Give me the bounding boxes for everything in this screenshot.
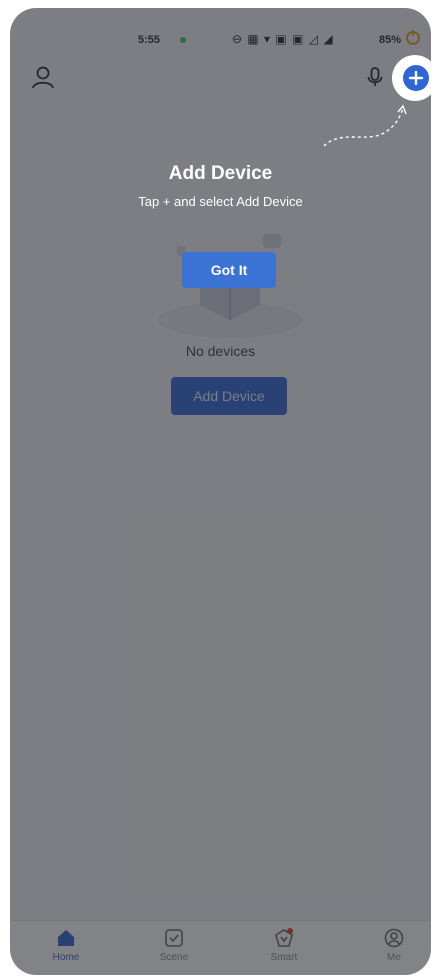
scene-icon <box>165 929 183 947</box>
phone-screen: 5:55 ⊖ ▦ ▾ ▣ ▣ ◿ ◢ 85% No devices Add De… <box>10 8 431 975</box>
user-profile-icon[interactable] <box>30 64 56 90</box>
nav-label-home: Home <box>52 952 80 963</box>
nav-item-smart[interactable]: Smart <box>254 927 314 963</box>
status-icons: ⊖ ▦ ▾ ▣ ▣ ◿ ◢ <box>232 32 334 46</box>
bottom-navigation: Home Scene Smart Me <box>10 920 431 975</box>
add-device-button[interactable]: Add Device <box>171 377 287 415</box>
nav-item-home[interactable]: Home <box>36 927 96 963</box>
microphone-icon[interactable] <box>364 66 386 88</box>
add-plus-button[interactable] <box>403 65 429 91</box>
nav-label-smart: Smart <box>270 952 298 963</box>
nav-label-me: Me <box>387 952 401 963</box>
plus-icon <box>408 70 424 86</box>
battery-icon <box>406 30 420 45</box>
coach-mark-subtitle: Tap + and select Add Device <box>138 194 303 209</box>
coach-pointer-arrow-icon <box>323 104 407 147</box>
nav-label-scene: Scene <box>159 952 189 963</box>
status-bar: 5:55 ⊖ ▦ ▾ ▣ ▣ ◿ ◢ 85% <box>10 8 431 58</box>
home-icon <box>58 930 74 946</box>
nav-item-me[interactable]: Me <box>364 927 424 963</box>
status-time: 5:55 <box>138 34 161 46</box>
coach-mark-title: Add Device <box>168 163 273 184</box>
battery-level: 85% <box>378 34 401 46</box>
nav-item-scene[interactable]: Scene <box>144 927 204 963</box>
no-devices-message: No devices <box>185 343 256 359</box>
smart-icon <box>275 928 293 947</box>
me-icon <box>384 928 404 948</box>
status-notification-dot <box>180 37 186 43</box>
got-it-button[interactable]: Got It <box>182 252 276 288</box>
